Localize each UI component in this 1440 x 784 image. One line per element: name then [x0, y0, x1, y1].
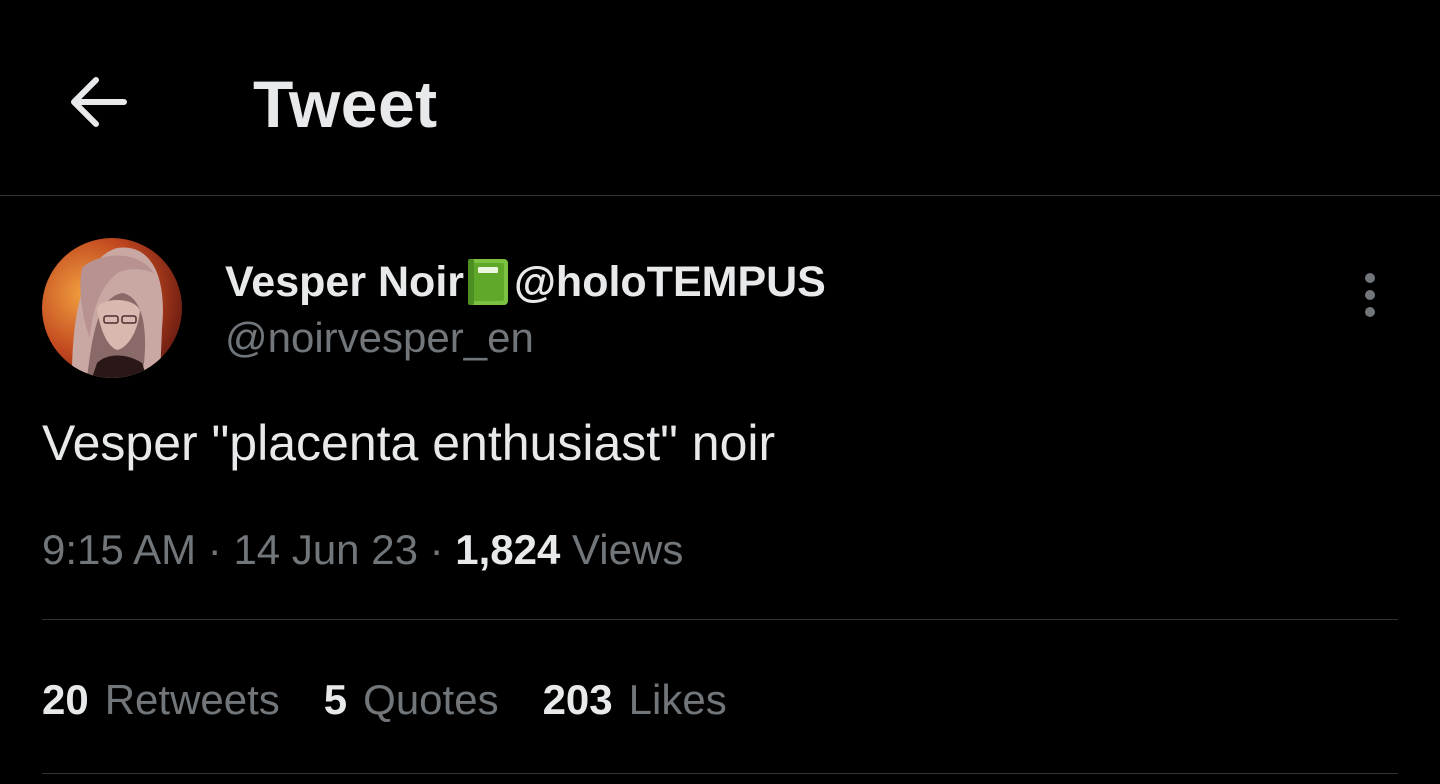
tweet-meta: 9:15 AM · 14 Jun 23 · 1,824 Views — [42, 520, 683, 580]
retweets-count: 20 — [42, 676, 89, 723]
tweet-text: Vesper "placenta enthusiast" noir — [42, 415, 776, 471]
meta-separator: · — [417, 526, 456, 573]
author-info: Vesper Noir @holoTEMPUS @noirvesper_en — [225, 254, 826, 366]
page-header: Tweet — [0, 0, 1440, 196]
vertical-ellipsis-icon — [1365, 273, 1375, 317]
likes-count: 203 — [542, 676, 613, 723]
tweet-page: Tweet Vesper Noir @holoTEMPUS @noirvespe… — [0, 0, 1440, 784]
page-title: Tweet — [253, 67, 438, 141]
retweets-label: Retweets — [104, 676, 280, 723]
quotes-label: Quotes — [363, 676, 499, 723]
quotes-stat[interactable]: 5 Quotes — [324, 670, 499, 730]
meta-separator: · — [196, 526, 234, 573]
arrow-left-icon — [71, 77, 127, 127]
green-book-emoji-icon — [468, 259, 508, 305]
avatar[interactable] — [42, 238, 182, 378]
display-name-suffix: @holoTEMPUS — [514, 257, 826, 306]
tweet-date[interactable]: 14 Jun 23 — [233, 526, 418, 573]
display-name-text: Vesper Noir — [225, 257, 464, 306]
tweet-time[interactable]: 9:15 AM — [42, 526, 196, 573]
likes-label: Likes — [628, 676, 727, 723]
more-options-button[interactable] — [1340, 262, 1400, 328]
views-count: 1,824 — [455, 526, 561, 573]
tweet-stats: 20 Retweets 5 Quotes 203 Likes — [42, 670, 771, 730]
divider — [42, 619, 1398, 620]
avatar-image — [42, 238, 182, 378]
views-label: Views — [560, 526, 684, 573]
likes-stat[interactable]: 203 Likes — [543, 670, 727, 730]
retweets-stat[interactable]: 20 Retweets — [42, 670, 280, 730]
quotes-count: 5 — [323, 676, 348, 723]
back-button[interactable] — [62, 66, 134, 138]
divider — [42, 773, 1398, 774]
display-name[interactable]: Vesper Noir @holoTEMPUS — [225, 254, 826, 310]
user-handle[interactable]: @noirvesper_en — [225, 310, 826, 366]
